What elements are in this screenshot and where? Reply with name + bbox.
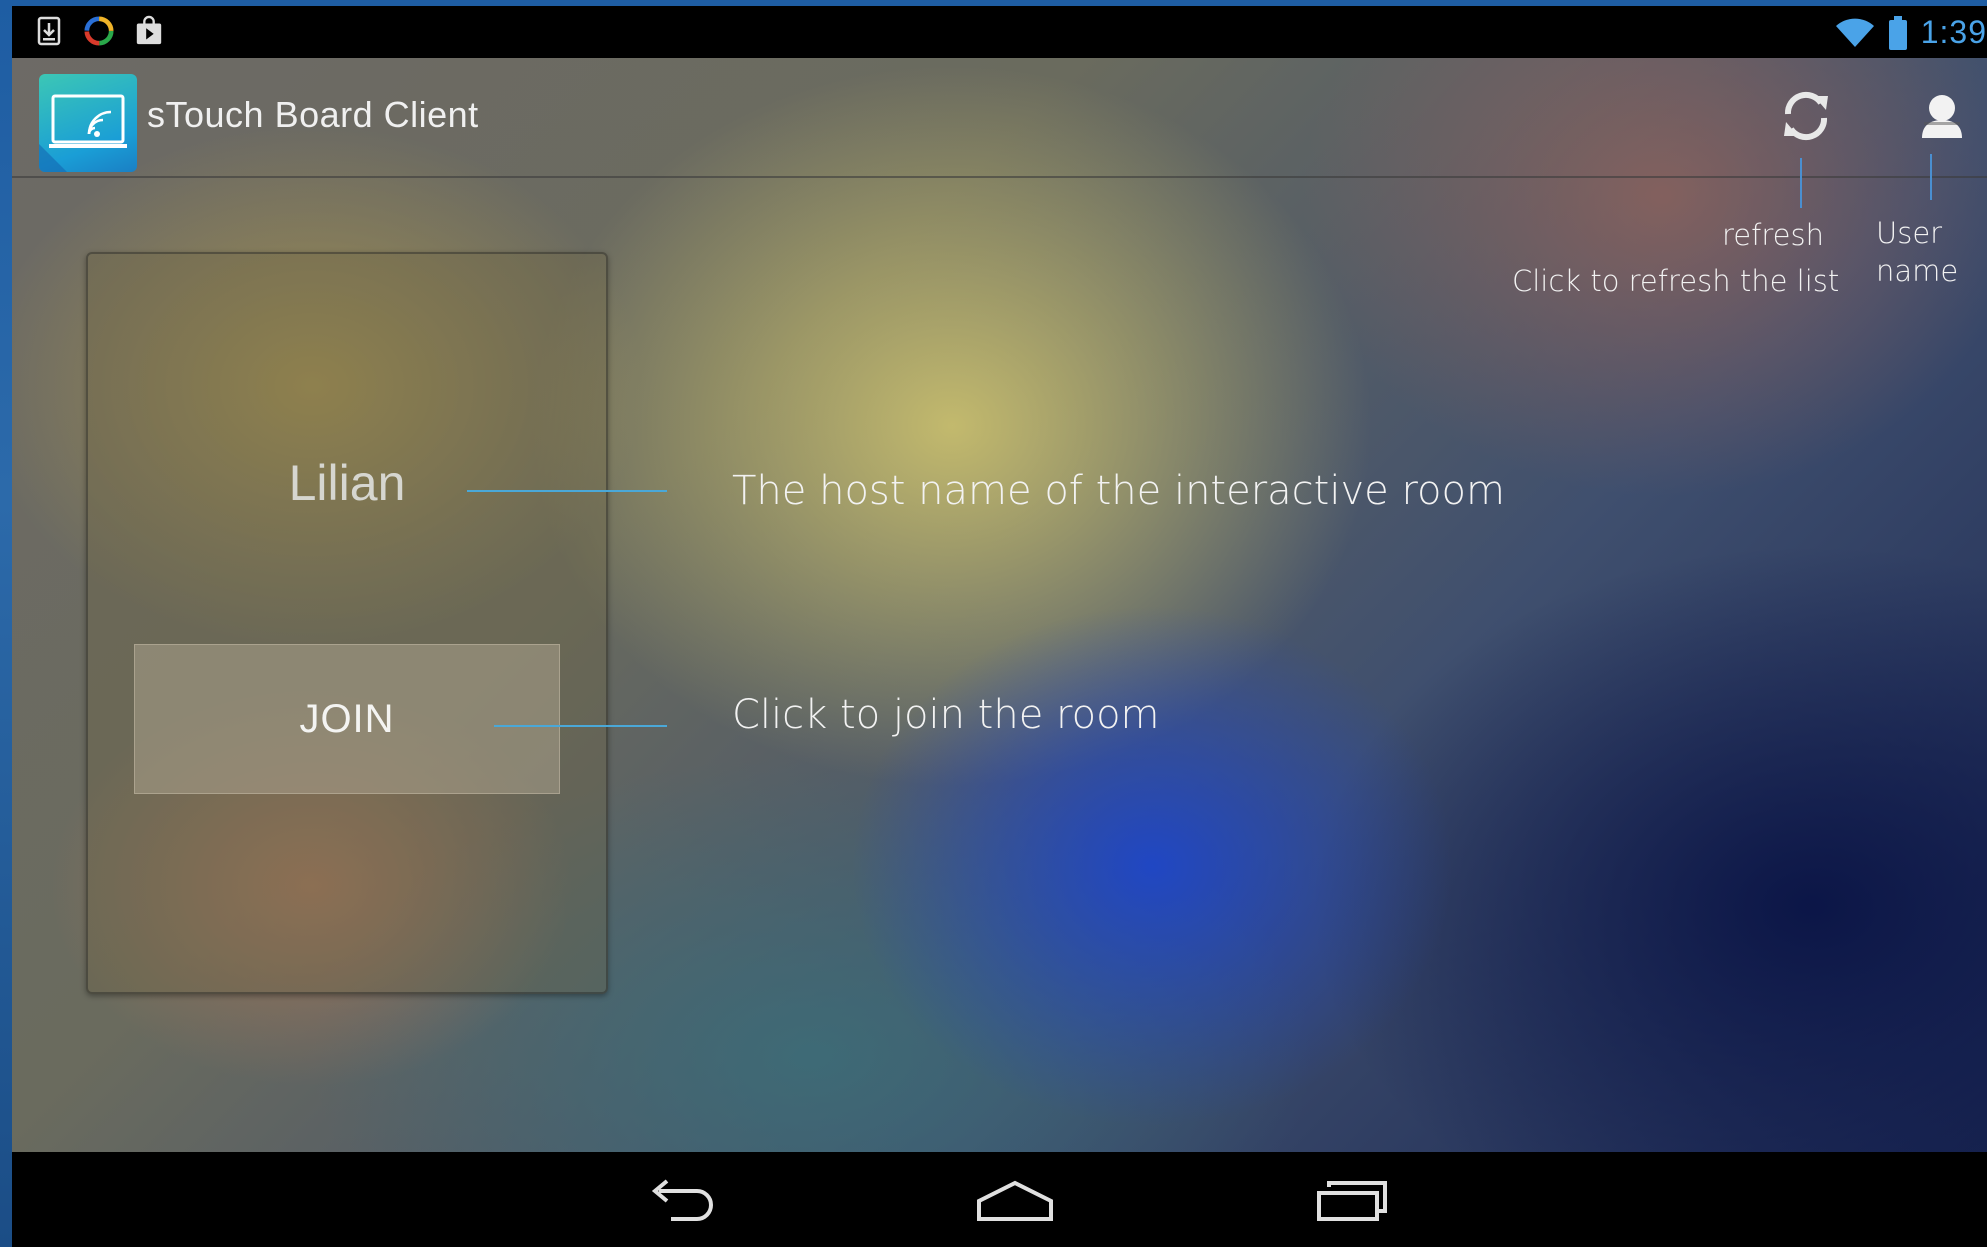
user-annotation-line1: User	[1876, 216, 1943, 250]
wifi-icon	[1835, 18, 1875, 48]
recent-apps-button[interactable]	[1308, 1172, 1398, 1228]
room-card: Lilian JOIN	[86, 252, 608, 994]
download-icon	[34, 16, 64, 46]
navigation-bar	[12, 1152, 1987, 1247]
join-annotation-line	[494, 725, 667, 727]
app-notification-icon	[84, 16, 114, 46]
home-icon	[977, 1180, 1053, 1221]
refresh-annotation-title: refresh	[1722, 218, 1824, 252]
refresh-icon	[1784, 91, 1828, 141]
host-annotation-line	[467, 490, 667, 492]
clock: 1:39	[1920, 14, 1987, 50]
back-icon	[651, 1179, 713, 1221]
user-button[interactable]	[1910, 84, 1974, 148]
system-status: 1:39	[1835, 14, 1987, 51]
recent-apps-icon	[1317, 1181, 1387, 1221]
refresh-annotation-line	[1800, 158, 1802, 208]
user-annotation-line2: name	[1876, 254, 1959, 288]
home-button[interactable]	[970, 1172, 1060, 1228]
app-title: sTouch Board Client	[147, 94, 479, 135]
user-icon	[1922, 95, 1962, 138]
join-annotation: Click to join the room	[732, 692, 1160, 738]
refresh-button[interactable]	[1774, 84, 1838, 148]
app-logo-icon[interactable]	[39, 74, 137, 172]
play-store-icon	[134, 15, 164, 46]
host-annotation: The host name of the interactive room	[732, 468, 1505, 514]
device-frame: 1:39 sTouch Board Client refresh Click t…	[0, 0, 1987, 1247]
join-button[interactable]: JOIN	[134, 644, 560, 794]
action-bar: sTouch Board Client	[12, 58, 1987, 178]
status-bar: 1:39	[12, 6, 1987, 58]
user-annotation-line	[1930, 154, 1932, 200]
back-button[interactable]	[634, 1172, 724, 1228]
battery-icon	[1887, 15, 1909, 50]
refresh-annotation-desc: Click to refresh the list	[1512, 264, 1840, 298]
host-name: Lilian	[288, 455, 406, 511]
notification-icons	[34, 15, 164, 46]
screen: 1:39 sTouch Board Client refresh Click t…	[12, 6, 1987, 1247]
